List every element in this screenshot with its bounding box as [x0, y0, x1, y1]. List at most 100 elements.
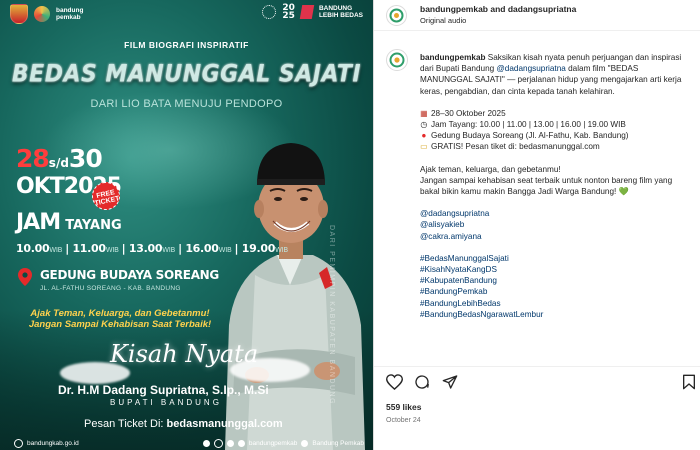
showtimes: 10.00WIB | 11.00WIB | 13.00WIB | 16.00WIB | … — [16, 242, 288, 255]
kisah-nyata-script: Kisah Nyata — [110, 340, 259, 368]
lebih-bedas-logo-text: BANDUNG LEBIH BEDAS — [319, 5, 363, 19]
bandungpemkab-logo-icon — [34, 6, 50, 22]
post-header: bandungpemkab and dadangsupriatna Origin… — [374, 0, 700, 31]
lebih-bedas-line-1: BANDUNG — [318, 5, 353, 12]
footer-socials: bandungpemkab Bandung Pemkab — [202, 439, 364, 448]
caption-username[interactable]: bandungpemkab — [420, 53, 486, 62]
hashtag-link[interactable]: #KabupatenBandung — [420, 275, 692, 286]
hashtag-link[interactable]: #KisahNyataKangDS — [420, 264, 692, 275]
mention-link[interactable]: @cakra.amiyana — [420, 231, 692, 242]
mention-link[interactable]: @alisyakieb — [420, 219, 692, 230]
film-title: BEDAS MANUNGGAL SAJATI — [11, 60, 362, 89]
ticket-prefix: Pesan Ticket Di: — [84, 418, 164, 430]
youtube-icon — [226, 440, 234, 447]
footer-site: bandungkab.go.id — [14, 439, 79, 448]
poster-logos-right: 20 25 BANDUNG LEBIH BEDAS — [262, 4, 363, 21]
hashtag-link[interactable]: #BandungPemkab — [420, 286, 692, 297]
detail-date: ▦ 28–30 Oktober 2025 — [420, 108, 692, 119]
post-image[interactable]: bandung pemkab 20 25 BANDUNG LEBIH BEDAS… — [0, 0, 373, 450]
hashtag-link[interactable]: #BandungBedasNgarawatLembur — [420, 309, 692, 320]
showtime: 11.00 — [72, 242, 106, 255]
ticket-url: bedasmanunggal.com — [166, 418, 283, 430]
year-logo: 20 25 — [282, 4, 295, 21]
timezone: WIB — [275, 246, 288, 254]
caption-invite: Ajak teman, keluarga, dan gebetanmu! — [420, 164, 692, 175]
invite-line-2: Jangan Sampai Kehabisan Saat Terbaik! — [28, 319, 212, 330]
lebih-bedas-logo-icon — [299, 5, 315, 19]
bandungpemkab-logo-text: bandung pemkab — [56, 7, 83, 21]
facebook-icon — [301, 440, 309, 447]
instagram-icon — [213, 439, 223, 448]
jam-label: JAM — [16, 210, 61, 235]
caption-invite: Jangan sampai kehabisan seat terbaik unt… — [420, 175, 692, 197]
timezone: WIB — [162, 246, 176, 254]
location-pin-icon — [18, 268, 32, 286]
post-date[interactable]: October 24 — [386, 417, 421, 424]
timezone: WIB — [105, 246, 119, 254]
film-label: FILM BIOGRAFI INSPIRATIF — [124, 40, 249, 50]
date-separator: s/d — [48, 156, 69, 170]
twitter-icon — [237, 440, 245, 447]
showtime: 10.00 — [16, 242, 50, 255]
calendar-icon: ▦ — [420, 108, 428, 118]
caption-mention[interactable]: @dadangsupriatna — [496, 64, 565, 73]
like-count[interactable]: 559 likes — [386, 402, 421, 412]
post-caption: bandungpemkab Saksikan kisah nyata penuh… — [420, 52, 692, 320]
vertical-caption: DARI PEMIMPIN KABUPATEN BANDUNG — [328, 225, 335, 406]
date-start: 28 — [16, 144, 50, 173]
detail-ticket-text: GRATIS! Pesan tiket di: bedasmanunggal.c… — [431, 142, 600, 152]
like-heart-icon[interactable] — [386, 374, 403, 390]
post-author[interactable]: bandungpemkab and dadangsupriatna — [420, 4, 576, 14]
person-role: BUPATI BANDUNG — [110, 398, 222, 407]
ticket-icon: ▭ — [420, 142, 428, 152]
showtime-heading: JAM TAYANG — [16, 210, 122, 235]
caption-intro: bandungpemkab Saksikan kisah nyata penuh… — [420, 52, 692, 97]
venue-name: GEDUNG BUDAYA SOREANG — [40, 268, 219, 282]
globe-icon — [14, 439, 23, 448]
detail-date-text: 28–30 Oktober 2025 — [431, 108, 506, 118]
share-icon[interactable] — [442, 374, 458, 390]
regency-emblem-icon — [10, 4, 28, 24]
ticket-line: Pesan Ticket Di: bedasmanunggal.com — [84, 418, 283, 430]
post-actions — [386, 374, 696, 392]
detail-time-text: Jam Tayang: 10.00 | 11.00 | 13.00 | 16.0… — [431, 120, 626, 130]
pin-icon: ● — [421, 131, 427, 141]
hashtag-link[interactable]: #BandungLebihBedas — [420, 298, 692, 309]
invite-text: Jangan sampai kehabisan seat terbaik unt… — [420, 175, 673, 197]
showtime: 16.00 — [185, 242, 219, 255]
person-name: Dr. H.M Dadang Supriatna, S.Ip., M.Si — [58, 383, 269, 397]
year-logo-bottom: 25 — [282, 11, 295, 21]
bandungpemkab-avatar-icon — [389, 52, 405, 68]
detail-ticket: ▭ GRATIS! Pesan tiket di: bedasmanunggal.… — [420, 141, 692, 152]
showtime: 13.00 — [128, 242, 163, 255]
audio-label[interactable]: Original audio — [420, 16, 466, 25]
timezone: WIB — [49, 246, 63, 254]
footer-page: Bandung Pemkab — [312, 440, 364, 447]
venue-address: JL. AL-FATHU SOREANG - KAB. BANDUNG — [40, 285, 181, 292]
mention-link[interactable]: @dadangsupriatna — [420, 208, 692, 219]
poster-footer: bandungkab.go.id bandungpemkab Bandung P… — [14, 439, 364, 448]
invite-text: Ajak teman, keluarga, dan gebetanmu! — [420, 164, 561, 174]
caption-avatar[interactable] — [386, 49, 408, 71]
poster-logos-left: bandung pemkab — [10, 4, 83, 24]
footer-site-text: bandungkab.go.id — [27, 440, 79, 447]
tayang-label: TAYANG — [65, 218, 122, 233]
poster-invite: Ajak Teman, Keluarga, dan Gebetanmu! Jan… — [0, 308, 240, 330]
detail-time: ◷ Jam Tayang: 10.00 | 11.00 | 13.00 | 16.… — [420, 119, 692, 130]
brand-line-2: pemkab — [56, 14, 81, 21]
showtime: 19.00 — [241, 242, 276, 255]
divider — [374, 366, 700, 367]
lebih-bedas-line-2: LEBIH BEDAS — [318, 12, 363, 19]
detail-place: ● Gedung Budaya Soreang (Jl. Al-Fathu, Ka… — [420, 130, 692, 141]
date-end: 30 — [68, 144, 103, 173]
clock-icon: ◷ — [420, 120, 428, 130]
save-bookmark-icon[interactable] — [682, 374, 696, 390]
comment-icon[interactable] — [414, 374, 430, 390]
hashtag-link[interactable]: #BedasManunggalSajati — [420, 253, 692, 264]
avatar[interactable] — [386, 5, 407, 26]
bandungpemkab-avatar-icon — [389, 8, 404, 23]
brand-line-1: bandung — [56, 7, 84, 14]
detail-place-text: Gedung Budaya Soreang (Jl. Al-Fathu, Kab… — [431, 131, 629, 141]
post-panel: bandungpemkab and dadangsupriatna Origin… — [373, 0, 700, 450]
screening-dates: 28s/d30 — [16, 144, 103, 176]
